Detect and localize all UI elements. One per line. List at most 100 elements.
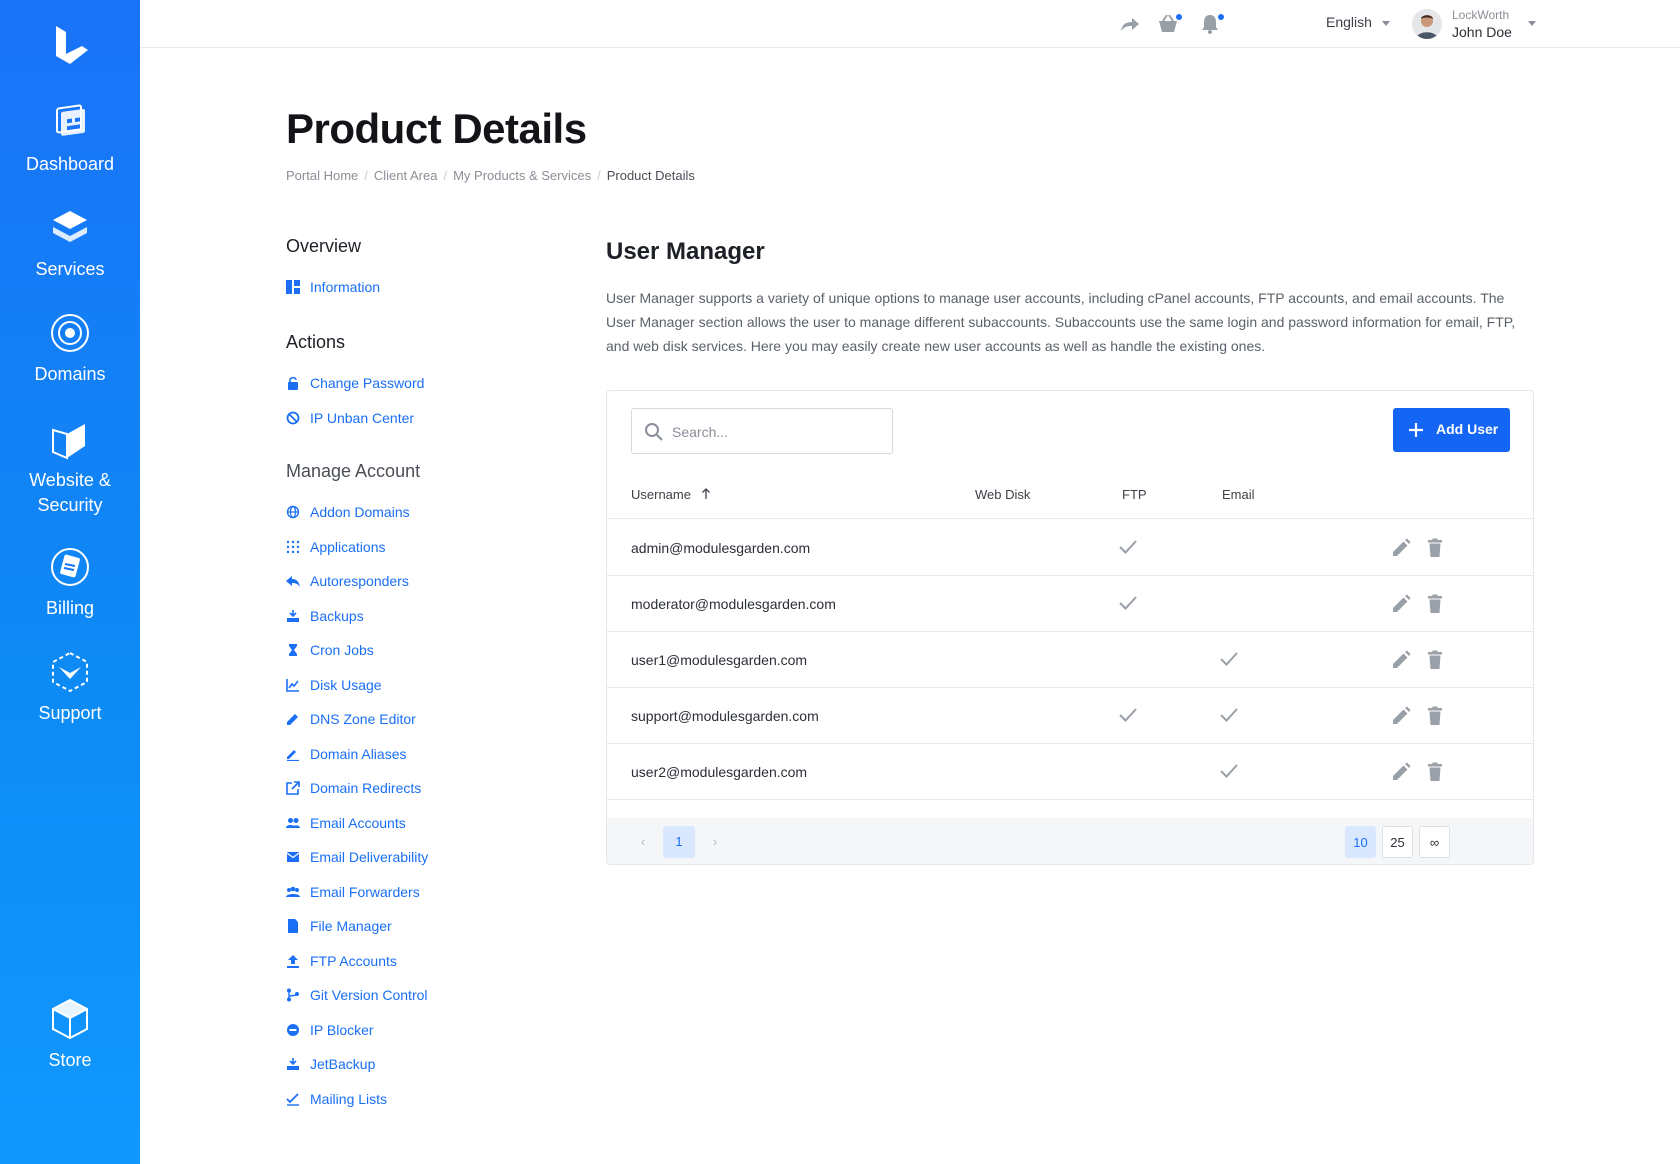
share-icon[interactable] [1118, 12, 1142, 36]
add-user-label: Add User [1436, 421, 1499, 437]
cart-badge-dot [1176, 14, 1182, 20]
email-check-icon [1219, 762, 1239, 780]
delete-trash-icon[interactable] [1425, 538, 1445, 558]
username-cell: admin@modulesgarden.com [631, 540, 811, 556]
avatar [1412, 9, 1442, 39]
support-icon [52, 651, 88, 693]
checklist-icon [286, 1093, 299, 1106]
minus-circle-icon [287, 1024, 299, 1036]
backup-icon [287, 1058, 299, 1070]
ftp-check-icon [1118, 706, 1138, 724]
dashboard-tiles-icon [286, 280, 300, 294]
search-icon [645, 423, 663, 441]
menu-item-label: DNS Zone Editor [310, 711, 416, 727]
delete-trash-icon[interactable] [1425, 762, 1445, 782]
edit-pencil-icon[interactable] [1391, 594, 1411, 614]
file-icon [288, 919, 298, 933]
ftp-check-icon [1118, 594, 1138, 612]
pagination-page-1[interactable]: 1 [663, 826, 695, 858]
username-cell: user2@modulesgarden.com [631, 764, 808, 780]
nav-label: Support [38, 703, 102, 723]
language-selector[interactable]: English [1326, 14, 1390, 30]
page-size-10[interactable]: 10 [1345, 826, 1376, 858]
edit-pencil-icon[interactable] [1391, 538, 1411, 558]
table-row[interactable]: moderator@modulesgarden.com [607, 576, 1533, 632]
breadcrumb-separator: / [443, 168, 448, 183]
table-row[interactable]: user2@modulesgarden.com [607, 744, 1533, 800]
upload-icon [287, 955, 299, 968]
breadcrumb-separator: / [597, 168, 601, 183]
menu-item-label: FTP Accounts [310, 953, 397, 969]
globe-icon [51, 314, 89, 352]
table-row[interactable]: admin@modulesgarden.com [607, 520, 1533, 576]
nav-item-website-security[interactable]: Website & Security [0, 416, 140, 518]
menu-item-label: Email Forwarders [310, 884, 420, 900]
nav-label: Dashboard [25, 154, 115, 174]
external-link-icon [286, 781, 300, 795]
column-header-web-disk[interactable]: Web Disk [975, 487, 1030, 502]
app: Dashboard Services Domains Website & Sec… [0, 0, 1680, 1164]
search-box[interactable] [631, 408, 893, 454]
mail-icon [286, 852, 300, 862]
delete-trash-icon[interactable] [1425, 706, 1445, 726]
users-icon [286, 818, 300, 828]
nav-item-billing[interactable]: Billing [0, 544, 140, 621]
pagination-next-button[interactable]: › [699, 826, 731, 858]
left-nav: Dashboard Services Domains Website & Sec… [0, 0, 140, 1164]
globe-icon [286, 505, 300, 519]
nav-label: Store [48, 1050, 92, 1070]
brand-logo[interactable] [48, 24, 92, 68]
git-branch-icon [287, 988, 299, 1002]
user-menu[interactable]: LockWorth John Doe [1412, 6, 1542, 42]
nav-item-services[interactable]: Services [0, 205, 140, 282]
search-input[interactable] [672, 421, 882, 443]
chevron-down-icon [1381, 20, 1390, 26]
pagination-prev-button[interactable]: ‹ [627, 826, 659, 858]
table-row[interactable]: support@modulesgarden.com [607, 688, 1533, 744]
table-footer: ‹ 1 › 10 25 ∞ [607, 818, 1533, 864]
nav-item-dashboard[interactable]: Dashboard [0, 100, 140, 177]
block-icon [286, 411, 300, 425]
language-label: English [1326, 14, 1372, 30]
group-icon [286, 886, 300, 897]
shield-icon [52, 424, 85, 460]
nav-label: Services [35, 259, 105, 279]
delete-trash-icon[interactable] [1425, 594, 1445, 614]
table-row[interactable]: user1@modulesgarden.com [607, 632, 1533, 688]
top-bar: English LockWorth John Doe [140, 0, 1680, 48]
column-header-username[interactable]: Username [631, 487, 711, 502]
ftp-check-icon [1118, 538, 1138, 556]
menu-item-label: Disk Usage [310, 677, 382, 693]
menu-item-label: Mailing Lists [310, 1091, 388, 1107]
nav-item-domains[interactable]: Domains [0, 310, 140, 387]
page-size-25[interactable]: 25 [1382, 826, 1413, 858]
breadcrumb-my-products[interactable]: My Products & Services [453, 168, 591, 183]
menu-item-label: Email Accounts [310, 815, 406, 831]
chevron-down-icon [1528, 21, 1536, 26]
email-check-icon [1219, 706, 1239, 724]
notification-badge-dot [1218, 14, 1224, 20]
overview-heading: Overview [286, 236, 362, 256]
delete-trash-icon[interactable] [1425, 650, 1445, 670]
breadcrumb-client-area[interactable]: Client Area [374, 168, 438, 183]
column-header-ftp[interactable]: FTP [1122, 487, 1147, 502]
breadcrumb-portal-home[interactable]: Portal Home [286, 168, 358, 183]
section-description: User Manager supports a variety of uniqu… [606, 290, 1516, 354]
column-label: Username [631, 487, 691, 502]
edit-pencil-icon[interactable] [1391, 650, 1411, 670]
add-user-button[interactable]: Add User [1393, 408, 1510, 452]
plus-icon [1409, 423, 1423, 437]
page-size-all[interactable]: ∞ [1419, 826, 1450, 858]
edit-pencil-icon[interactable] [1391, 762, 1411, 782]
sort-ascending-icon [702, 488, 710, 499]
column-header-email[interactable]: Email [1222, 487, 1255, 502]
breadcrumb: Portal Home / Client Area / My Products & Se… [286, 168, 695, 183]
menu-item-label: Backups [310, 608, 364, 624]
edit-pencil-icon[interactable] [1391, 706, 1411, 726]
nav-label: Domains [34, 364, 106, 384]
dashboard-icon [56, 104, 85, 136]
username-cell: user1@modulesgarden.com [631, 652, 808, 668]
lock-icon [288, 376, 298, 390]
nav-item-store[interactable]: Store [0, 996, 140, 1073]
nav-item-support[interactable]: Support [0, 649, 140, 726]
